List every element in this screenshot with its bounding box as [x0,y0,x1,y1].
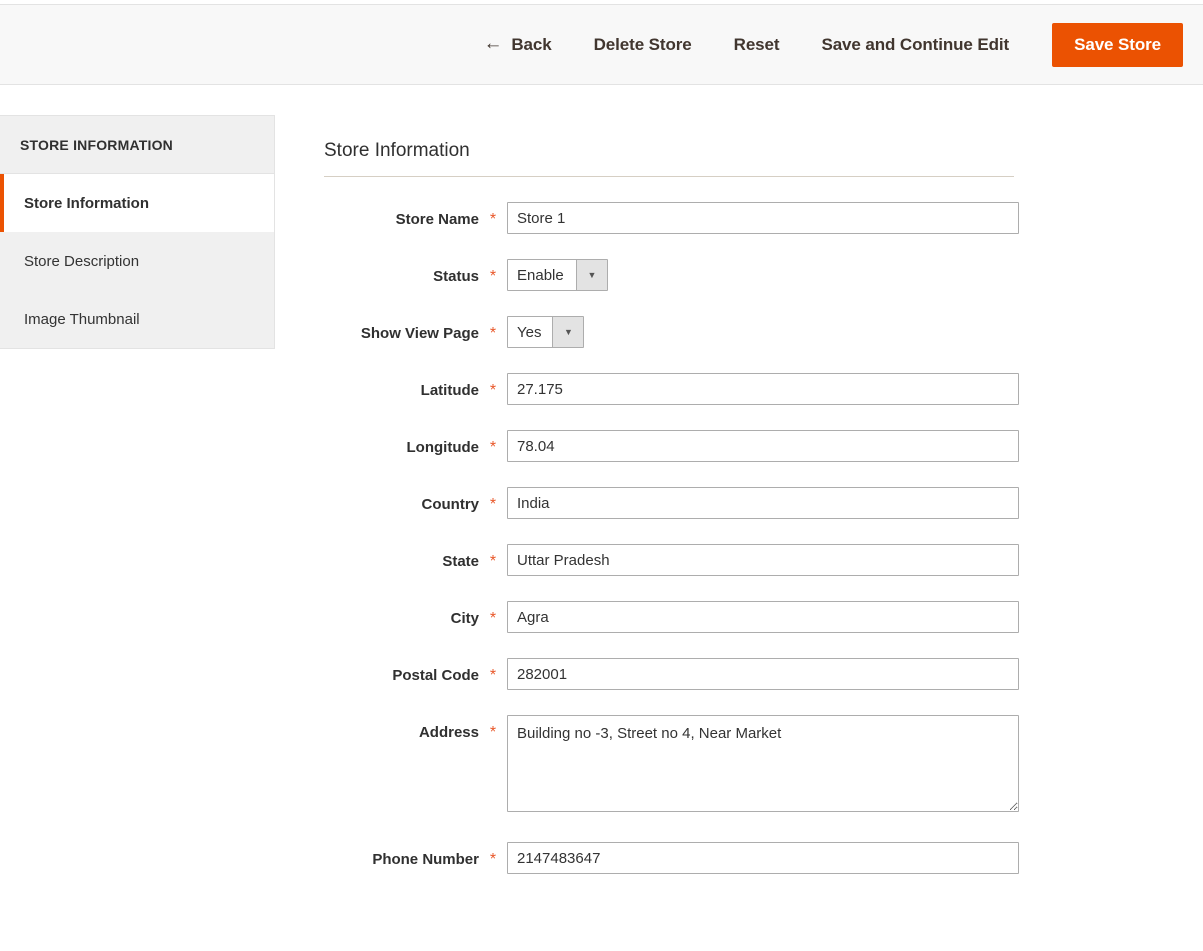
city-input[interactable] [507,601,1019,633]
page-actions-toolbar: ← Back Delete Store Reset Save and Conti… [0,4,1203,85]
sidebar-title: STORE INFORMATION [0,115,275,174]
required-marker: * [489,268,497,285]
required-marker: * [489,851,497,868]
field-row-latitude: Latitude * [324,373,1019,405]
required-marker: * [489,610,497,627]
required-marker: * [489,382,497,399]
field-row-status: Status * Enable ▼ [324,259,1014,291]
sidebar-nav-list: Store Information Store Description Imag… [0,174,275,349]
back-button[interactable]: ← Back [483,33,552,55]
field-row-phone-number: Phone Number * [324,842,1019,874]
field-label-latitude: Latitude [420,382,479,399]
chevron-down-icon[interactable]: ▼ [576,260,607,290]
field-row-state: State * [324,544,1019,576]
save-and-continue-edit-button[interactable]: Save and Continue Edit [821,35,1009,55]
required-marker: * [489,496,497,513]
sidebar-item-label: Image Thumbnail [24,310,140,328]
delete-store-button[interactable]: Delete Store [594,35,692,55]
field-row-store-name: Store Name * [324,202,1019,234]
field-label-phone-number: Phone Number [372,851,479,868]
latitude-input[interactable] [507,373,1019,405]
store-name-input[interactable] [507,202,1019,234]
state-input[interactable] [507,544,1019,576]
field-row-country: Country * [324,487,1019,519]
back-button-label: Back [511,34,552,54]
sidebar-item-image-thumbnail[interactable]: Image Thumbnail [0,290,274,348]
field-label-address: Address [418,724,479,741]
field-row-longitude: Longitude * [324,430,1019,462]
country-input[interactable] [507,487,1019,519]
required-marker: * [489,553,497,570]
status-select[interactable]: Enable ▼ [507,259,608,291]
arrow-left-icon: ← [483,33,503,54]
chevron-down-icon[interactable]: ▼ [552,317,584,347]
postal-code-input[interactable] [507,658,1019,690]
sidebar-item-label: Store Information [24,194,150,212]
show-view-page-select[interactable]: Yes ▼ [507,316,585,348]
field-row-show-view-page: Show View Page * Yes ▼ [324,316,1014,348]
sidebar: STORE INFORMATION Store Information Stor… [0,115,275,349]
field-row-city: City * [324,601,1019,633]
longitude-input[interactable] [507,430,1019,462]
required-marker: * [489,439,497,456]
store-information-form: Store Information Store Name * Status * … [324,140,1019,874]
save-store-button[interactable]: Save Store [1052,22,1183,67]
field-label-longitude: Longitude [406,439,479,456]
field-label-state: State [442,553,479,570]
field-label-city: City [450,610,479,627]
reset-button[interactable]: Reset [734,35,780,55]
field-label-country: Country [421,496,480,513]
field-row-address: Address * Building no -3, Street no 4, N… [324,715,1019,817]
required-marker: * [489,325,497,342]
required-marker: * [489,211,497,228]
required-marker: * [489,667,497,684]
sidebar-item-store-description[interactable]: Store Description [0,232,274,290]
phone-number-input[interactable] [507,842,1019,874]
page-title: Store Information [324,140,1014,177]
sidebar-item-store-information[interactable]: Store Information [0,174,274,232]
address-textarea[interactable]: Building no -3, Street no 4, Near Market [507,715,1019,812]
sidebar-item-label: Store Description [24,252,140,270]
field-row-postal-code: Postal Code * [324,658,1019,690]
show-view-page-select-value: Yes [508,317,553,347]
required-marker: * [489,724,497,741]
field-label-store-name: Store Name [395,211,479,228]
field-label-show-view-page: Show View Page [360,325,479,342]
field-label-postal-code: Postal Code [392,667,479,684]
status-select-value: Enable [508,260,576,290]
field-label-status: Status [433,268,479,285]
